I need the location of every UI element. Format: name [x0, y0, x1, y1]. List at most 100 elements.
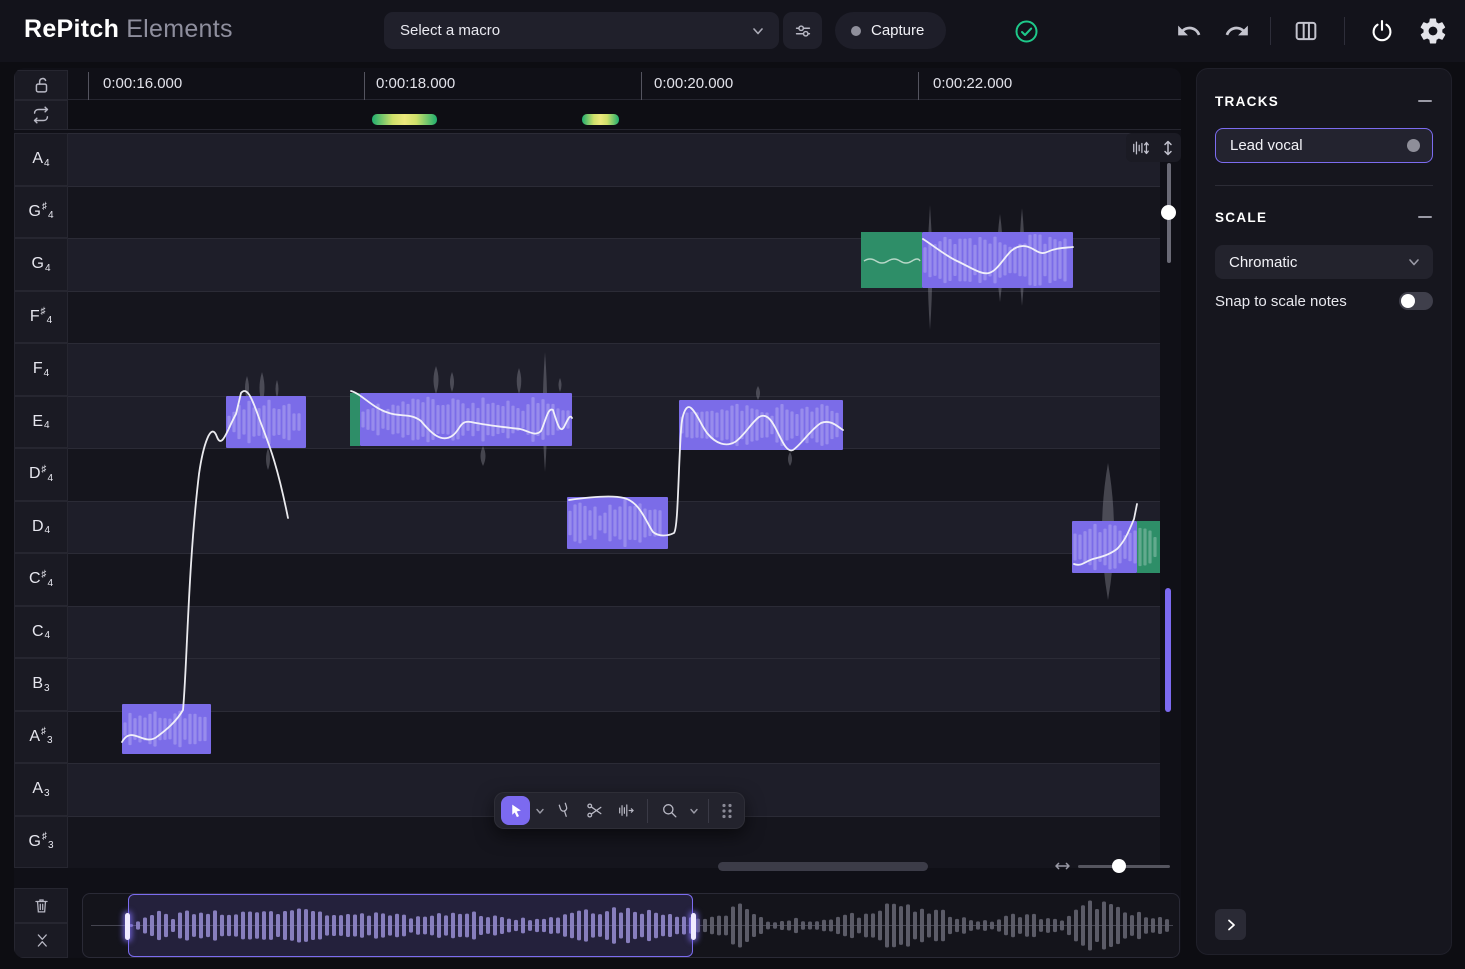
track-name: Lead vocal [1230, 137, 1407, 154]
note-label-A4: A4 [14, 133, 68, 186]
overview-waveform-bar [1004, 916, 1008, 935]
tool-divider [647, 799, 648, 823]
chevron-down-icon [749, 22, 767, 40]
overview-waveform-bar [717, 916, 721, 936]
overview-waveform-bar [1074, 910, 1078, 942]
overview-waveform-bar [1095, 909, 1099, 942]
overview-waveform-bar [836, 917, 840, 934]
overview-waveform-bar [1158, 917, 1162, 934]
overview-waveform-bar [780, 921, 784, 930]
overview-waveform-bar [885, 903, 889, 947]
overview-waveform-bar [1123, 912, 1127, 938]
overview-waveform-bar [829, 919, 833, 931]
overview-waveform-bar [745, 909, 749, 942]
grid-row-Gs4 [68, 186, 1160, 239]
overview-selection-region[interactable] [128, 894, 693, 957]
tracks-section-header: TRACKS [1215, 93, 1433, 109]
scale-collapse-icon[interactable] [1417, 209, 1433, 225]
status-check-icon [1014, 19, 1039, 44]
overview-waveform-bar [773, 922, 777, 928]
loop-region-segment[interactable] [372, 114, 437, 125]
overview-waveform-bar [976, 921, 980, 929]
brand-name: RePitch [24, 15, 119, 43]
tracks-collapse-icon[interactable] [1417, 93, 1433, 109]
capture-button[interactable]: Capture [835, 12, 946, 49]
tool-palette [494, 792, 745, 829]
lock-button[interactable] [14, 70, 68, 100]
vertical-zoom-icon[interactable] [1160, 139, 1176, 157]
capture-status-dot [851, 26, 861, 36]
sliders-icon [792, 20, 814, 42]
note-label-As3: A♯3 [14, 711, 68, 764]
overview-waveform-bar [1144, 917, 1148, 934]
overview-waveform-bar [752, 914, 756, 937]
loop-button[interactable] [14, 100, 68, 130]
select-tool-button[interactable] [501, 796, 530, 825]
chevron-down-icon [1405, 253, 1423, 271]
overview-waveform-bar [724, 916, 728, 936]
cut-tool-button[interactable] [580, 796, 609, 825]
macro-select-dropdown[interactable]: Select a macro [384, 12, 779, 49]
note-label-Fs4: F♯4 [14, 291, 68, 344]
delete-button[interactable] [14, 888, 68, 923]
overview-waveform-bar [787, 920, 791, 930]
overview-waveform-bar [1130, 915, 1134, 936]
overview-waveform-bar [1032, 914, 1036, 937]
grid-row-F4 [68, 343, 1160, 396]
waveform-scale-icon[interactable] [1131, 139, 1151, 157]
macro-options-button[interactable] [783, 12, 822, 49]
track-item-lead-vocal[interactable]: Lead vocal [1215, 128, 1433, 163]
undo-button[interactable] [1176, 18, 1202, 44]
grid-row-B3 [68, 658, 1160, 711]
vertical-zoom-thumb[interactable] [1161, 205, 1176, 220]
zoom-tool-chevron-icon[interactable] [686, 796, 701, 825]
pitch-tool-button[interactable] [549, 796, 578, 825]
redo-button[interactable] [1224, 18, 1250, 44]
pitch-editor: 0:00:16.0000:00:18.0000:00:20.0000:00:22… [14, 68, 1181, 958]
horizontal-zoom-thumb[interactable] [1112, 859, 1126, 873]
audio-overview-strip[interactable] [82, 893, 1180, 958]
overview-waveform-bar [794, 918, 798, 933]
palette-drag-handle[interactable] [716, 796, 738, 825]
overview-waveform-bar [1011, 914, 1015, 938]
scale-title: SCALE [1215, 210, 1267, 225]
overview-waveform-bar [1165, 919, 1169, 932]
waveform-tool-button[interactable] [611, 796, 640, 825]
timeline-ruler[interactable]: 0:00:16.0000:00:18.0000:00:20.0000:00:22… [68, 68, 1181, 100]
overview-waveform-bar [871, 913, 875, 937]
overview-waveform-bar [703, 919, 707, 932]
top-bar: RePitchElements Select a macro Capture [0, 0, 1465, 62]
loop-marker-bar[interactable] [68, 100, 1181, 130]
vertical-scrollbar[interactable] [1165, 588, 1171, 712]
settings-gear-button[interactable] [1418, 16, 1448, 46]
power-button[interactable] [1368, 17, 1396, 45]
overview-waveform-bar [1116, 907, 1120, 944]
note-label-E4: E4 [14, 396, 68, 449]
overview-waveform-bar [1025, 914, 1029, 936]
grid-row-Fs4 [68, 291, 1160, 344]
overview-waveform-bar [808, 922, 812, 930]
overview-waveform-bar [857, 918, 861, 934]
expand-panel-button[interactable] [1215, 909, 1246, 940]
overview-waveform-bar [1151, 918, 1155, 932]
panels-layout-button[interactable] [1292, 17, 1320, 45]
selection-left-handle[interactable] [125, 913, 130, 940]
horizontal-zoom-icon [1054, 858, 1071, 874]
timeline-label: 0:00:18.000 [376, 75, 455, 92]
overview-waveform-bar [1046, 918, 1050, 933]
overview-waveform-bar [801, 921, 805, 929]
overview-waveform-bar [934, 910, 938, 942]
overview-waveform-bar [843, 915, 847, 936]
trim-button[interactable] [14, 923, 68, 958]
selection-right-handle[interactable] [691, 913, 696, 940]
grid-row-As3 [68, 711, 1160, 764]
overview-waveform-bar [920, 909, 924, 943]
grid-row-G4 [68, 238, 1160, 291]
display-options-box [1126, 133, 1181, 162]
loop-region-segment[interactable] [582, 114, 619, 125]
horizontal-scrollbar[interactable] [718, 862, 928, 871]
zoom-tool-button[interactable] [655, 796, 684, 825]
scale-dropdown[interactable]: Chromatic [1215, 245, 1433, 279]
select-tool-chevron-icon[interactable] [532, 796, 547, 825]
snap-toggle[interactable] [1399, 292, 1433, 310]
